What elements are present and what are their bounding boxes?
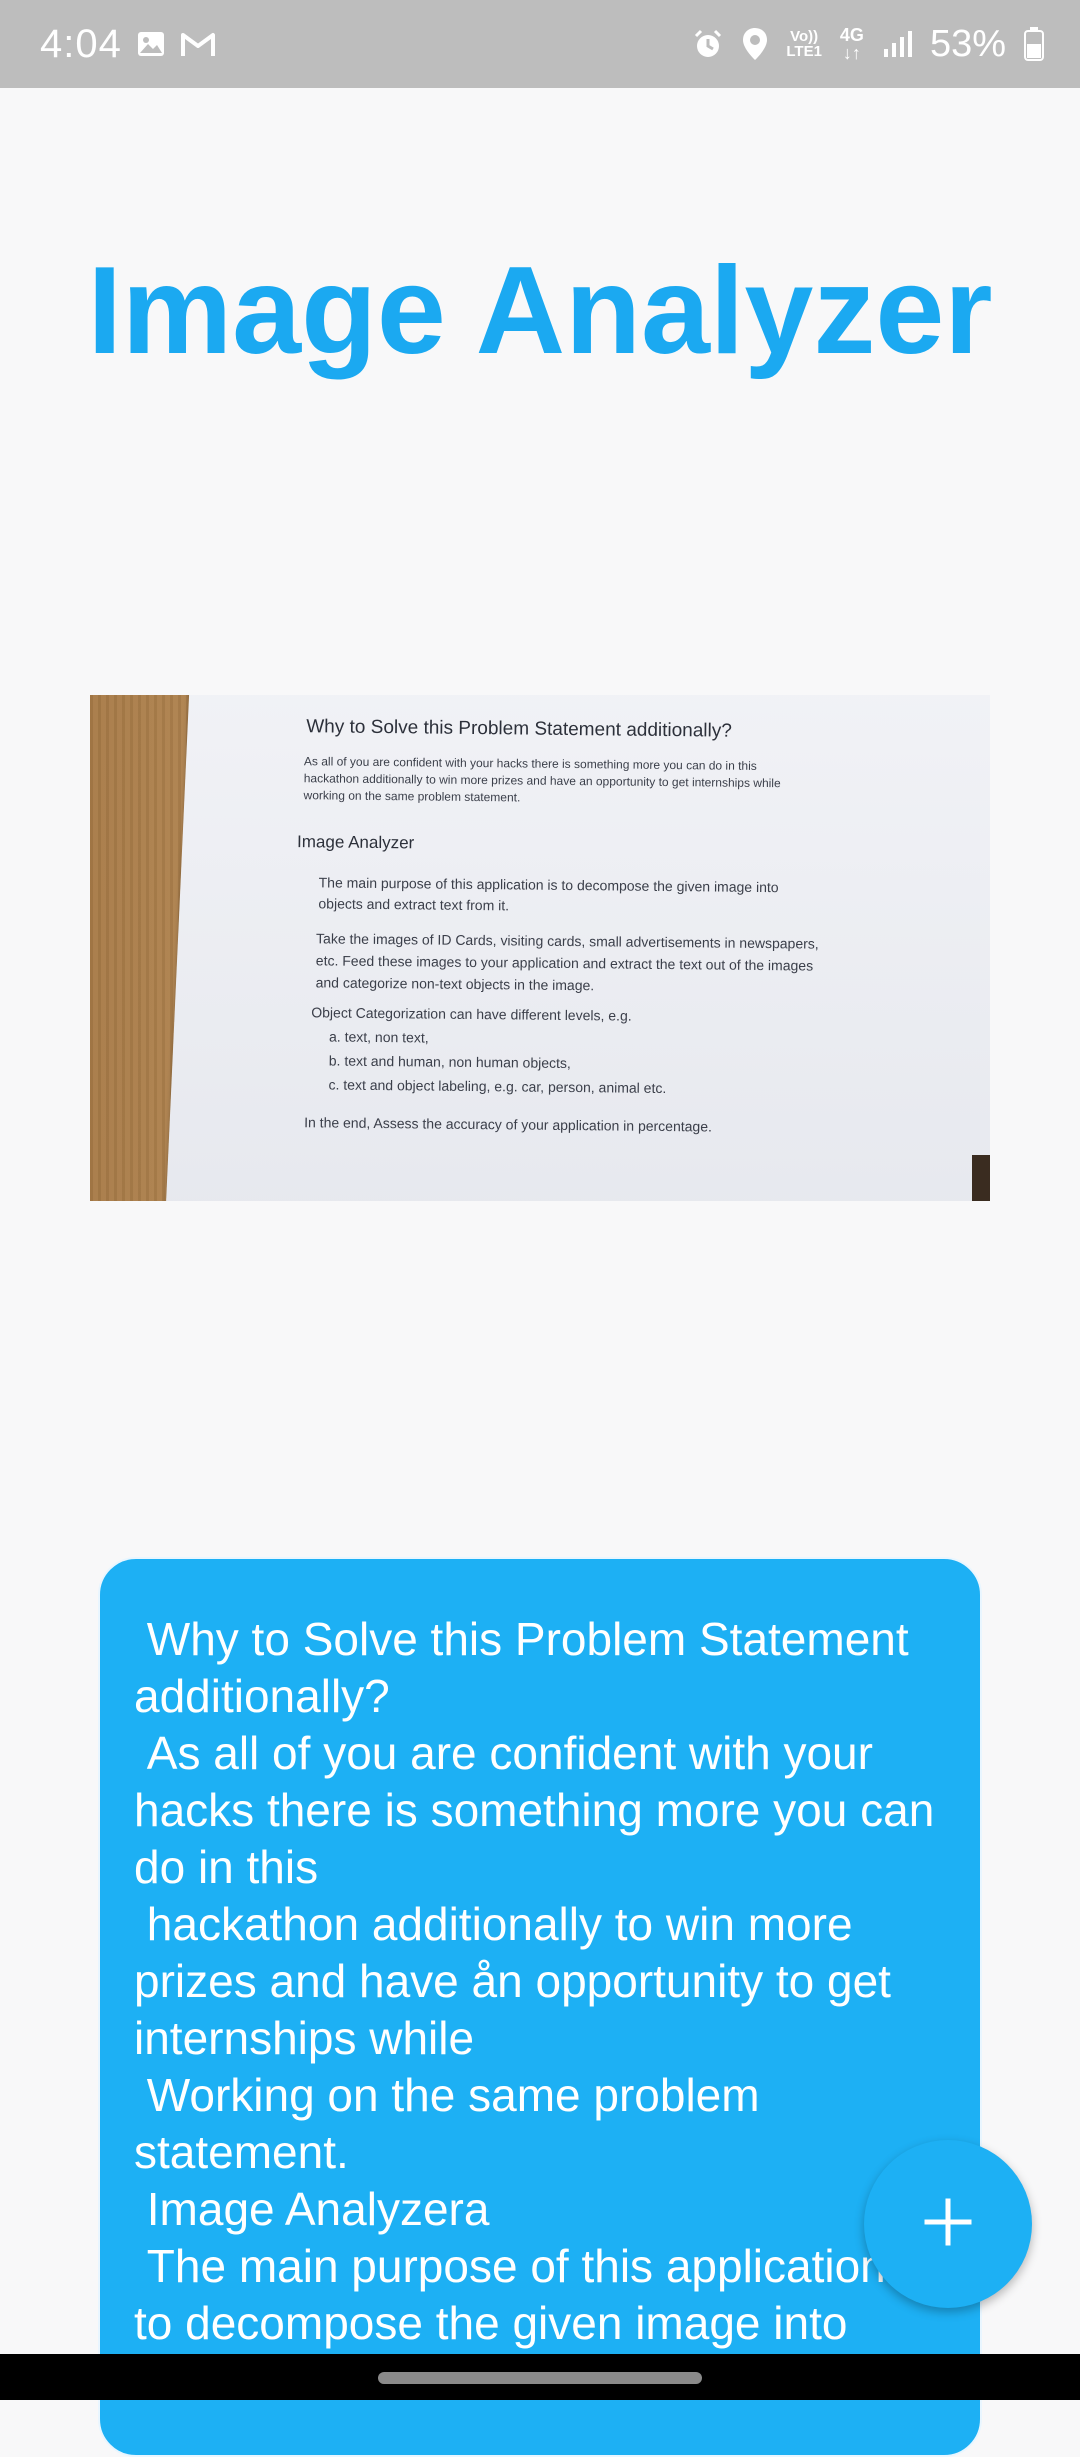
status-time: 4:04	[40, 21, 122, 66]
doc-para4: Object Categorization can have different…	[311, 1004, 632, 1024]
4g-indicator: 4G ↓↑	[840, 26, 864, 62]
doc-para1-line2: hackathon additionally to win more prize…	[303, 771, 781, 791]
doc-closing: In the end, Assess the accuracy of your …	[304, 1114, 713, 1135]
add-image-button[interactable]	[864, 2140, 1032, 2308]
signal-icon	[882, 29, 912, 59]
alarm-icon	[692, 28, 724, 60]
doc-para1-line3: working on the same problem statement.	[303, 788, 521, 805]
plus-icon	[923, 2197, 973, 2252]
doc-para2-line2: objects and extract text from it.	[318, 895, 510, 914]
battery-icon	[1024, 27, 1044, 61]
status-bar: 4:04 Vo)) LTE1 4G ↓↑ 53%	[0, 0, 1080, 88]
doc-para1-line1: As all of you are confident with your ha…	[303, 754, 757, 773]
image-icon	[136, 30, 166, 58]
result-card: Why to Solve this Problem Statement addi…	[98, 1557, 982, 2457]
gesture-handle[interactable]	[378, 2372, 702, 2384]
extracted-text: Why to Solve this Problem Statement addi…	[134, 1613, 935, 2349]
net-type: 4G	[839, 25, 864, 45]
doc-list-b: b. text and human, non human objects,	[328, 1052, 571, 1072]
data-arrows: ↓↑	[842, 43, 861, 63]
doc-list-c: c. text and object labeling, e.g. car, p…	[328, 1076, 667, 1097]
doc-subheading: Image Analyzer	[296, 832, 415, 853]
gmail-icon	[180, 30, 216, 58]
status-bar-left: 4:04	[40, 0, 216, 88]
doc-heading: Why to Solve this Problem Statement addi…	[306, 716, 732, 742]
doc-para2-line1: The main purpose of this application is …	[318, 874, 779, 896]
document-text: Why to Solve this Problem Statement addi…	[207, 695, 932, 1201]
app-title: Image Analyzer	[87, 242, 993, 380]
volte-top: Vo))	[790, 28, 819, 45]
battery-percent: 53%	[929, 22, 1006, 65]
status-bar-right: Vo)) LTE1 4G ↓↑ 53%	[692, 0, 1044, 88]
photo-shadow	[972, 1155, 990, 1201]
doc-para3-line1: Take the images of ID Cards, visiting ca…	[316, 930, 819, 952]
doc-list-a: a. text, non text,	[328, 1028, 429, 1046]
navigation-bar	[0, 2354, 1080, 2400]
volte-indicator: Vo)) LTE1	[786, 29, 822, 59]
analyzed-image[interactable]: Why to Solve this Problem Statement addi…	[90, 695, 990, 1201]
volte-bottom: LTE1	[786, 43, 822, 60]
doc-para3-line3: and categorize non-text objects in the i…	[315, 974, 595, 994]
location-icon	[742, 27, 768, 61]
doc-para3-line2: etc. Feed these images to your applicati…	[315, 952, 814, 974]
